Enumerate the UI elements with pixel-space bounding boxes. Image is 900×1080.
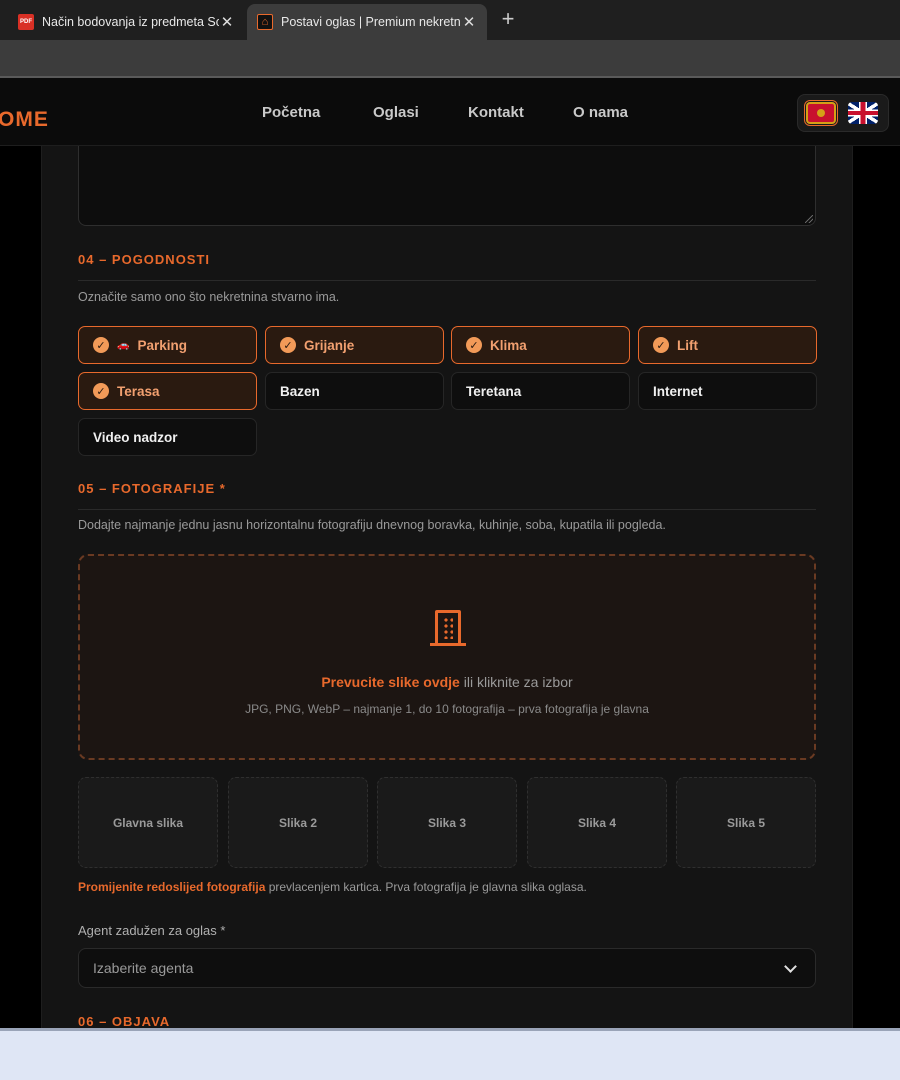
photo-slot-main[interactable]: Glavna slika	[78, 777, 218, 868]
tab-title: Postavi oglas | Premium nekretnine	[281, 15, 461, 29]
taskbar	[0, 1028, 900, 1080]
house-icon: ⌂	[257, 14, 273, 30]
browser-tab-strip: PDF Način bodovanja iz predmeta Soci ✕ ⌂…	[0, 0, 900, 40]
section-title-amenities: 04 – POGODNOSTI	[78, 252, 211, 267]
amenity-label: Lift	[677, 337, 698, 353]
photo-slot-5[interactable]: Slika 5	[676, 777, 816, 868]
photo-slot-2[interactable]: Slika 2	[228, 777, 368, 868]
amenity-label: Grijanje	[304, 337, 355, 353]
site-header: OME Početna Oglasi Kontakt O nama	[0, 78, 900, 146]
amenities-description: Označite samo ono što nekretnina stvarno…	[78, 290, 340, 304]
amenity-label: Parking	[137, 337, 187, 353]
agent-select-value: Izaberite agenta	[93, 960, 194, 976]
reorder-strong-text: Promijenite redoslijed fotografija	[78, 880, 266, 894]
amenity-label: Bazen	[280, 383, 320, 399]
browser-tab-active[interactable]: ⌂ Postavi oglas | Premium nekretnine ✕	[247, 4, 487, 40]
close-icon[interactable]: ✕	[219, 13, 235, 31]
dropzone-hint: JPG, PNG, WebP – najmanje 1, do 10 fotog…	[245, 702, 649, 716]
amenity-ac[interactable]: ✓ Klima	[451, 326, 630, 364]
nav-contact[interactable]: Kontakt	[468, 104, 524, 121]
browser-tab-pdf[interactable]: PDF Način bodovanja iz predmeta Soci ✕	[8, 4, 245, 40]
chevron-down-icon	[784, 960, 797, 973]
section-divider	[78, 280, 816, 281]
site-logo[interactable]: OME	[0, 108, 49, 132]
dropzone-rest-text: ili kliknite za izbor	[459, 674, 573, 690]
section-title-publish: 06 – OBJAVA	[78, 1014, 171, 1029]
amenity-label: Klima	[490, 337, 527, 353]
section-divider	[78, 509, 816, 510]
new-tab-button[interactable]: +	[494, 8, 522, 32]
amenity-label: Internet	[653, 383, 703, 399]
photo-slot-3[interactable]: Slika 3	[377, 777, 517, 868]
nav-listings[interactable]: Oglasi	[373, 104, 419, 121]
browser-toolbar	[0, 40, 900, 78]
photo-slot-4[interactable]: Slika 4	[527, 777, 667, 868]
description-textarea[interactable]	[78, 146, 816, 226]
reorder-hint: Promijenite redoslijed fotografija prevl…	[78, 880, 587, 894]
check-icon: ✓	[280, 337, 296, 353]
amenity-parking[interactable]: ✓ 🚗 Parking	[78, 326, 257, 364]
tab-title: Način bodovanja iz predmeta Soci	[42, 15, 219, 29]
building-icon	[430, 610, 466, 646]
amenity-video-surveillance[interactable]: Video nadzor	[78, 418, 257, 456]
amenity-label: Teretana	[466, 383, 522, 399]
amenity-internet[interactable]: Internet	[638, 372, 817, 410]
pdf-icon: PDF	[18, 14, 34, 30]
check-icon: ✓	[653, 337, 669, 353]
amenity-label: Video nadzor	[93, 429, 178, 445]
check-icon: ✓	[466, 337, 482, 353]
check-icon: ✓	[93, 383, 109, 399]
amenity-terrace[interactable]: ✓ Terasa	[78, 372, 257, 410]
amenity-label: Terasa	[117, 383, 160, 399]
car-icon: 🚗	[117, 339, 130, 351]
photos-description: Dodajte najmanje jednu jasnu horizontaln…	[78, 518, 666, 532]
amenity-heating[interactable]: ✓ Grijanje	[265, 326, 444, 364]
language-switcher	[797, 94, 889, 132]
nav-about[interactable]: O nama	[573, 104, 628, 121]
uk-flag-icon[interactable]	[848, 102, 878, 124]
amenity-gym[interactable]: Teretana	[451, 372, 630, 410]
dropzone-instruction: Prevucite slike ovdje ili kliknite za iz…	[80, 674, 814, 690]
amenity-pool[interactable]: Bazen	[265, 372, 444, 410]
dropzone-strong-text: Prevucite slike ovdje	[321, 674, 460, 690]
amenity-lift[interactable]: ✓ Lift	[638, 326, 817, 364]
me-flag-icon[interactable]	[804, 100, 838, 126]
close-icon[interactable]: ✕	[461, 13, 477, 31]
agent-select[interactable]: Izaberite agenta	[78, 948, 816, 988]
nav-home[interactable]: Početna	[262, 104, 320, 121]
section-title-photos: 05 – FOTOGRAFIJE *	[78, 481, 226, 496]
reorder-rest-text: prevlacenjem kartica. Prva fotografija j…	[265, 880, 587, 894]
resize-handle-icon[interactable]	[805, 215, 813, 223]
agent-label: Agent zadužen za oglas *	[78, 923, 226, 938]
check-icon: ✓	[93, 337, 109, 353]
photo-dropzone[interactable]: Prevucite slike ovdje ili kliknite za iz…	[78, 554, 816, 760]
